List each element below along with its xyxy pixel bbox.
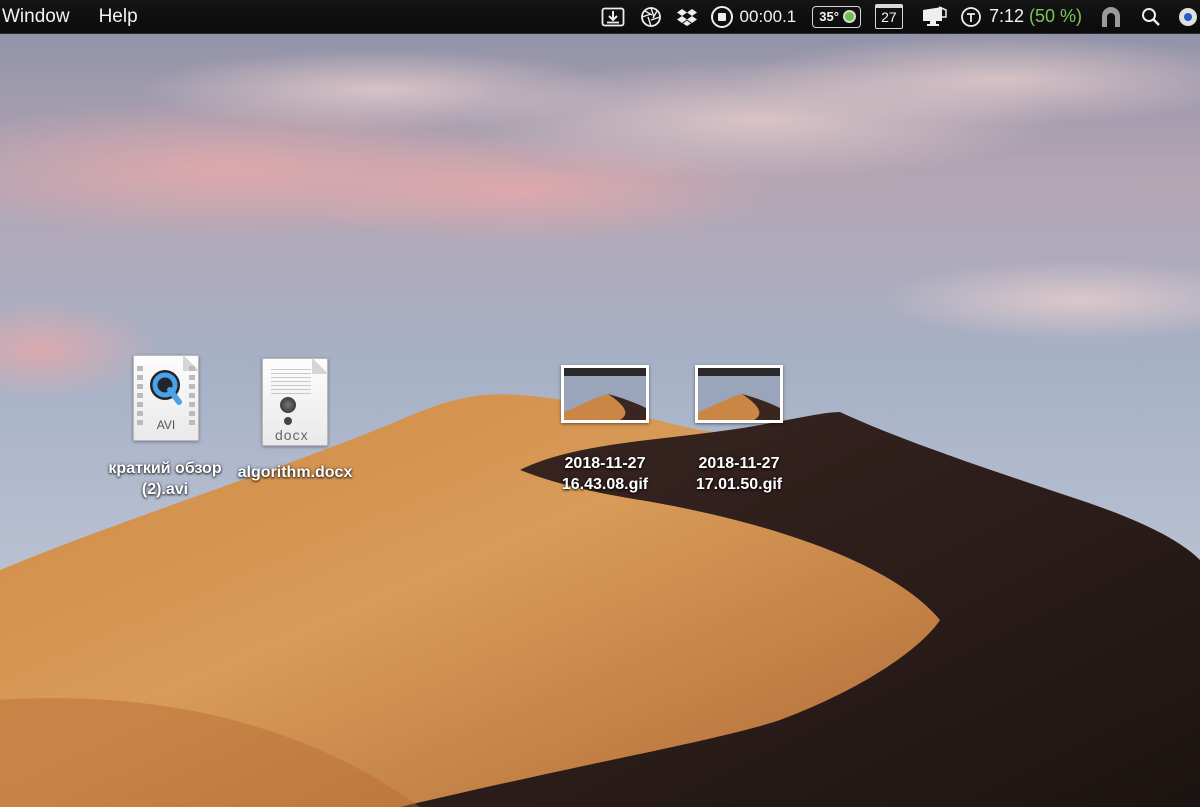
clock-time[interactable]: 7:12: [989, 0, 1024, 33]
aperture-icon[interactable]: [636, 0, 666, 33]
gif-thumbnail-2: [695, 365, 783, 423]
menu-window[interactable]: Window: [0, 0, 83, 33]
quicktime-icon: [150, 370, 182, 405]
stop-recording-icon[interactable]: [710, 5, 734, 29]
screen-recording-indicator[interactable]: 00:00.1: [710, 0, 797, 33]
display-mirror-icon[interactable]: [919, 0, 949, 33]
docx-type-badge: docx: [275, 427, 309, 443]
calendar-day: 27: [874, 4, 903, 29]
avi-type-badge: AVI: [156, 418, 176, 432]
gif-thumbnail-1: [561, 365, 649, 423]
desktop-file-gif-1[interactable]: 2018-11-27 16.43.08.gif: [540, 360, 670, 500]
download-tray-icon[interactable]: [598, 0, 628, 33]
vpn-arch-icon[interactable]: [1096, 0, 1126, 33]
temperature-monitor[interactable]: 35°: [812, 0, 861, 33]
menu-help[interactable]: Help: [97, 0, 151, 33]
avi-file-icon: AVI: [133, 355, 199, 441]
recording-time: 00:00.1: [739, 6, 797, 26]
spotlight-search-icon[interactable]: [1138, 0, 1164, 33]
desktop-file-docx[interactable]: docx algorithm.docx: [225, 350, 365, 490]
gif-file-label-2: 2018-11-27 17.01.50.gif: [695, 455, 783, 493]
docx-file-label: algorithm.docx: [237, 464, 353, 481]
desktop-file-gif-2[interactable]: 2018-11-27 17.01.50.gif: [674, 360, 804, 500]
fan-status-icon: [842, 10, 856, 23]
dropbox-icon[interactable]: [674, 0, 700, 33]
menu-bar: Window Help 00:00.1 35° 27 7:12 (50 %): [0, 0, 1200, 34]
battery-percentage[interactable]: (50 %): [1029, 0, 1082, 33]
temperature-value: 35°: [819, 9, 839, 24]
calendar-tray-icon[interactable]: 27: [874, 0, 903, 33]
timer-app-icon[interactable]: [957, 0, 985, 33]
docx-file-icon: docx: [262, 358, 328, 446]
notification-center-icon[interactable]: [1174, 0, 1200, 33]
